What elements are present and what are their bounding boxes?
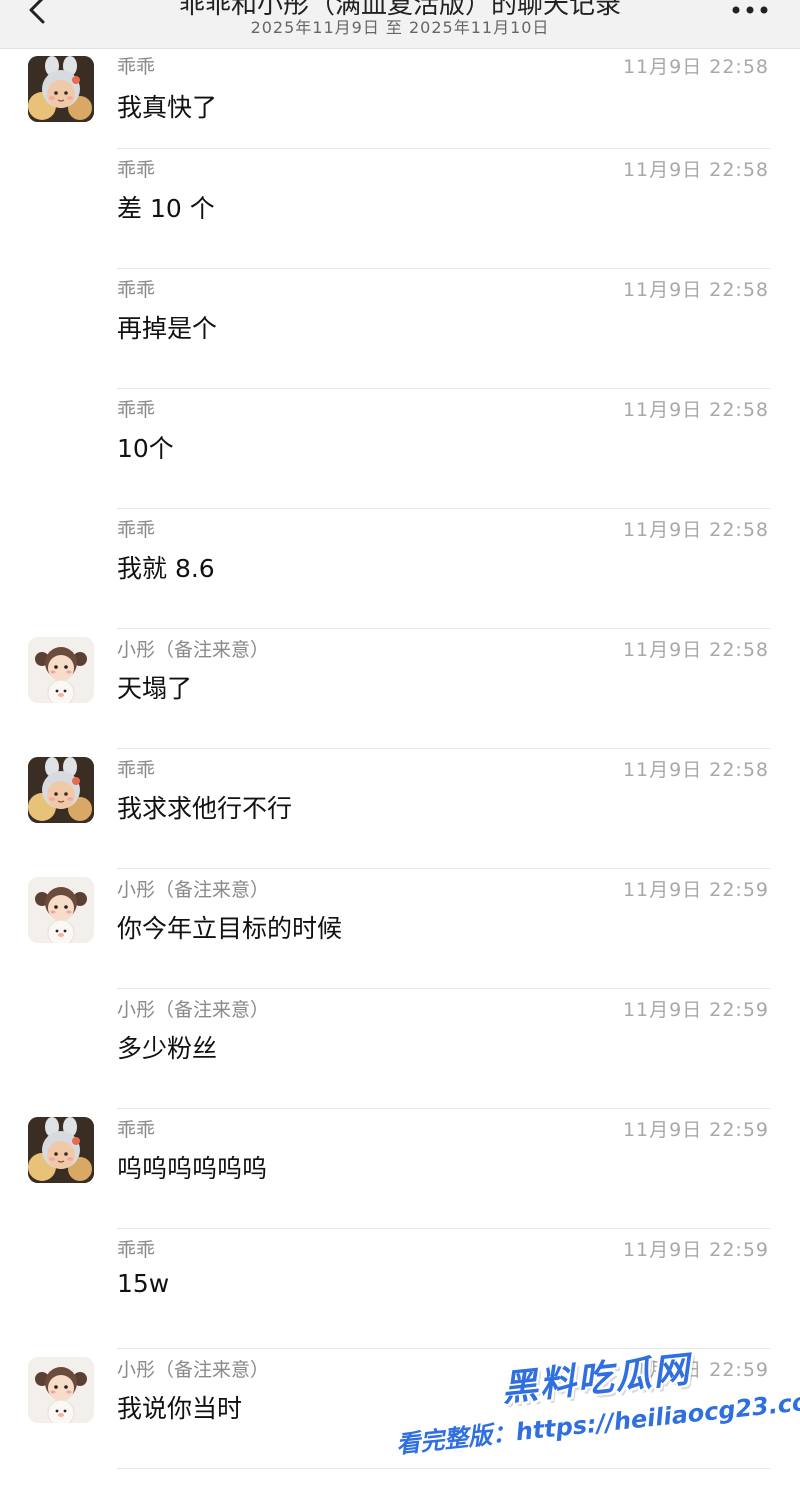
message-sender: 乖乖 [117, 399, 156, 421]
message-text: 10个 [117, 434, 174, 463]
message-text: 天塌了 [117, 674, 193, 703]
message-text: 我求求他行不行 [117, 794, 293, 823]
avatar-guaiguai[interactable] [28, 757, 94, 823]
message-list[interactable]: 乖乖 11月9日 22:58 我真快了 乖乖 11月9日 22:58 差 10 个乖乖 11… [0, 48, 800, 1469]
message-row[interactable]: 乖乖 11月9日 22:58 我求求他行不行 [0, 749, 800, 869]
message-sender: 小彤（备注来意） [117, 639, 270, 661]
message-sender: 小彤（备注来意） [117, 999, 270, 1021]
message-text: 我说你当时 [117, 1394, 243, 1423]
message-text: 差 10 个 [117, 194, 215, 223]
message-text: 15w [117, 1269, 170, 1298]
message-time: 11月9日 22:59 [622, 1119, 769, 1141]
avatar-guaiguai[interactable] [28, 1117, 94, 1183]
more-dots-icon [732, 6, 768, 14]
message-divider [117, 1468, 770, 1469]
top-navigation-bar: 乖乖和小彤（满血复活版）的聊天记录 2025年11月9日 至 2025年11月1… [0, 0, 800, 49]
message-time: 11月9日 22:58 [622, 399, 769, 421]
message-text: 再掉是个 [117, 314, 218, 343]
message-row[interactable]: 小彤（备注来意） 11月9日 22:59 多少粉丝 [0, 989, 800, 1109]
avatar-xiaotong[interactable] [28, 877, 94, 943]
message-time: 11月9日 22:58 [622, 759, 769, 781]
message-sender: 乖乖 [117, 519, 156, 541]
message-time: 11月9日 22:59 [622, 999, 769, 1021]
message-sender: 乖乖 [117, 159, 156, 181]
message-sender: 小彤（备注来意） [117, 879, 270, 901]
message-row[interactable]: 乖乖 11月9日 22:58 差 10 个 [0, 149, 800, 269]
message-time: 11月9日 22:58 [622, 639, 769, 661]
message-text: 我真快了 [117, 93, 218, 122]
avatar-xiaotong[interactable] [28, 637, 94, 703]
back-button[interactable] [18, 0, 58, 34]
date-range-subtitle: 2025年11月9日 至 2025年11月10日 [250, 18, 550, 37]
message-sender: 乖乖 [117, 1119, 156, 1141]
avatar-guaiguai[interactable] [28, 56, 94, 122]
message-row[interactable]: 乖乖 11月9日 22:58 我真快了 [0, 48, 800, 149]
more-options-button[interactable] [728, 0, 772, 22]
message-time: 11月9日 22:58 [622, 159, 769, 181]
message-sender: 小彤（备注来意） [117, 1359, 270, 1381]
message-time: 11月9日 22:59 [622, 1239, 769, 1261]
message-time: 11月9日 22:58 [622, 279, 769, 301]
message-sender: 乖乖 [117, 56, 156, 78]
message-text: 多少粉丝 [117, 1034, 218, 1063]
message-row[interactable]: 乖乖 11月9日 22:59 呜呜呜呜呜呜 [0, 1109, 800, 1229]
message-sender: 乖乖 [117, 759, 156, 781]
message-text: 呜呜呜呜呜呜 [117, 1154, 268, 1183]
message-row[interactable]: 乖乖 11月9日 22:58 再掉是个 [0, 269, 800, 389]
message-time: 11月9日 22:59 [622, 879, 769, 901]
message-time: 11月9日 22:58 [622, 56, 769, 78]
message-row[interactable]: 乖乖 11月9日 22:58 10个 [0, 389, 800, 509]
chevron-left-icon [29, 0, 45, 24]
avatar-xiaotong[interactable] [28, 1357, 94, 1423]
message-sender: 乖乖 [117, 279, 156, 301]
message-sender: 乖乖 [117, 1239, 156, 1261]
message-row[interactable]: 小彤（备注来意） 11月9日 22:59 你今年立目标的时候 [0, 869, 800, 989]
message-text: 我就 8.6 [117, 554, 215, 583]
message-row[interactable]: 小彤（备注来意） 11月9日 22:58 天塌了 [0, 629, 800, 749]
message-text: 你今年立目标的时候 [117, 914, 343, 943]
message-row[interactable]: 乖乖 11月9日 22:59 15w [0, 1229, 800, 1349]
message-time: 11月9日 22:59 [622, 1359, 769, 1381]
message-row[interactable]: 乖乖 11月9日 22:58 我就 8.6 [0, 509, 800, 629]
message-row[interactable]: 小彤（备注来意） 11月9日 22:59 我说你当时 [0, 1349, 800, 1469]
message-time: 11月9日 22:58 [622, 519, 769, 541]
